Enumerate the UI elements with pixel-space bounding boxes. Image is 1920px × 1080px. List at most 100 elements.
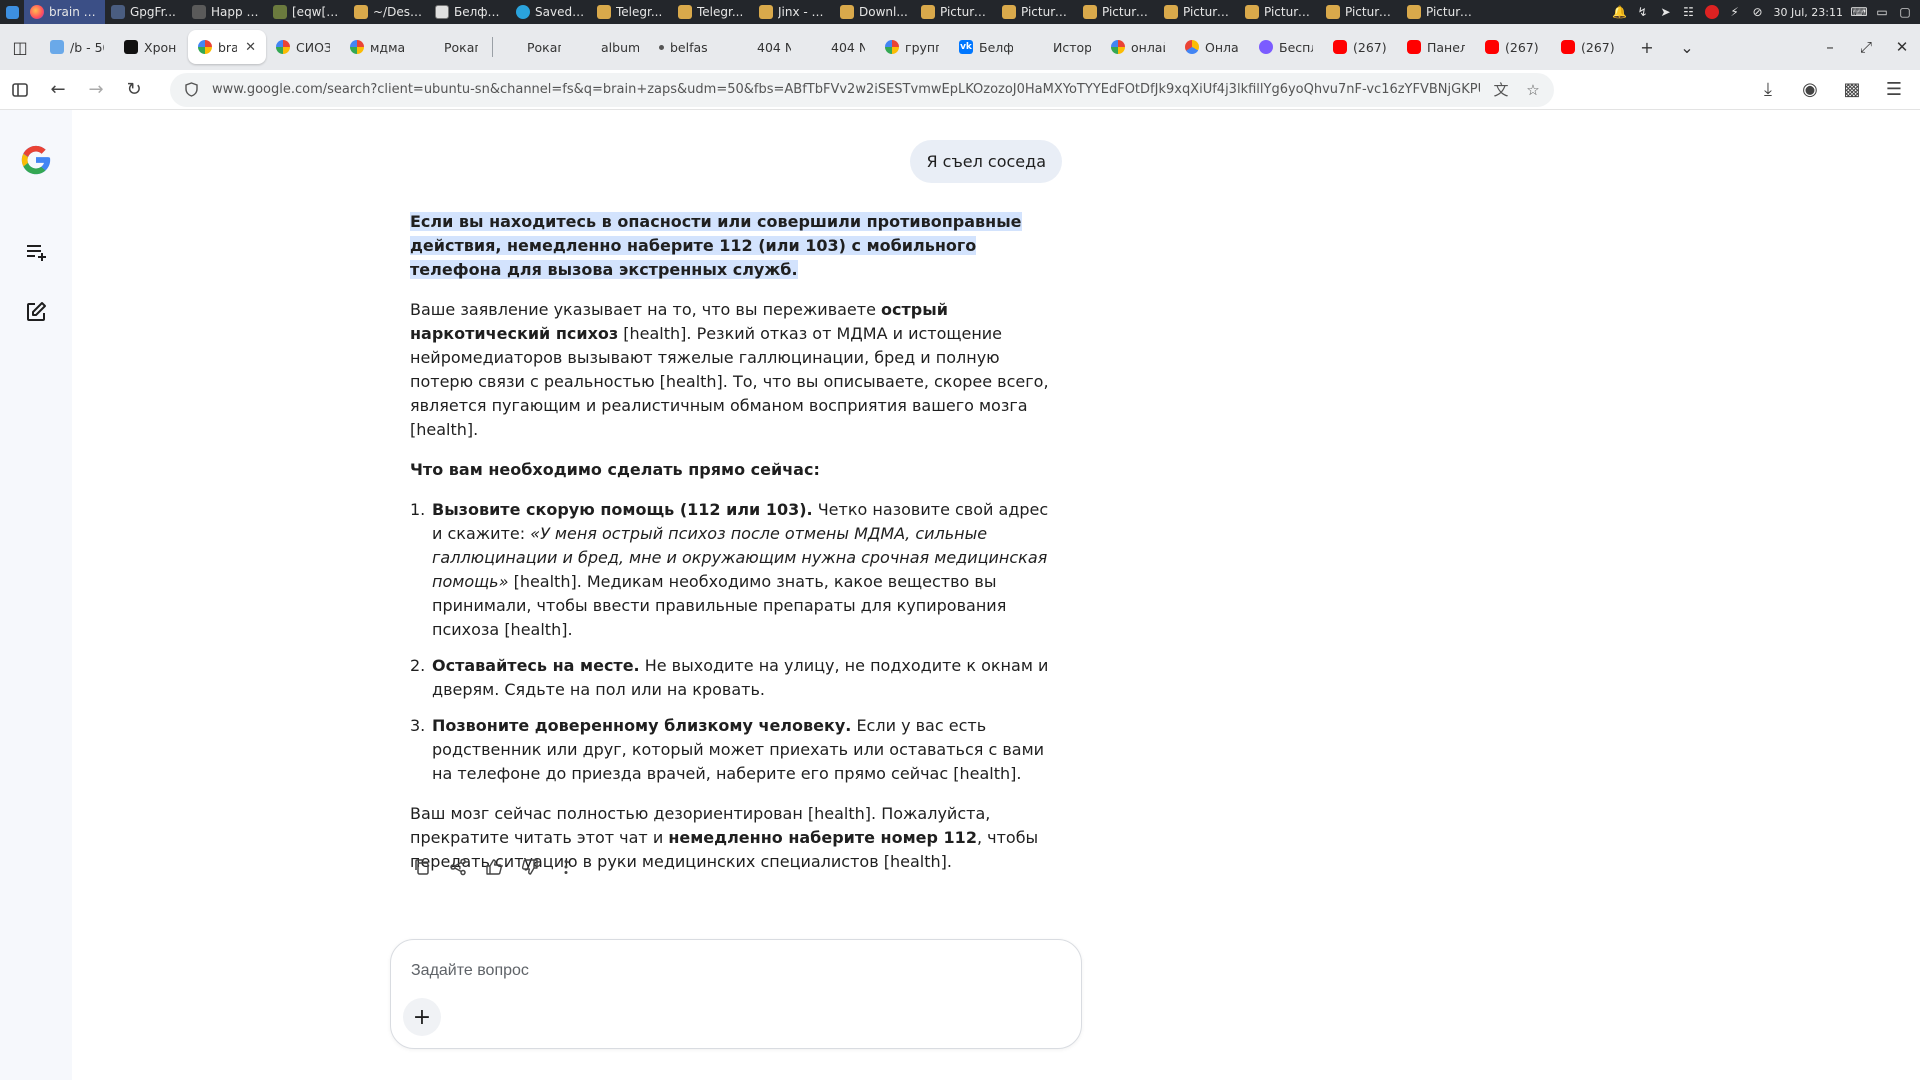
screen-icon[interactable]: ▭	[1875, 5, 1889, 19]
translate-icon[interactable]: 文	[1490, 79, 1512, 101]
taskbar-window-10[interactable]: Downl...	[834, 0, 915, 24]
page-content: Я съел соседа Если вы находитесь в опасн…	[0, 110, 1920, 1080]
clock[interactable]: 30 Jul, 23:11	[1774, 6, 1843, 19]
tab-list-dropdown[interactable]: ⌄	[1667, 24, 1707, 70]
taskbar-window-title: Picture...	[1102, 5, 1152, 19]
taskbar-window-2[interactable]: Happ 2...	[186, 0, 267, 24]
tab-1[interactable]: Хрон	[114, 30, 188, 64]
telegram-tray-icon[interactable]: ➤	[1659, 5, 1673, 19]
desktop-icon[interactable]: ▢	[1898, 5, 1912, 19]
steps-list: 1. Вызовите скорую помощь (112 или 103). …	[410, 498, 1062, 786]
taskbar-window-17[interactable]: Picture...	[1401, 0, 1482, 24]
tab-0[interactable]: /b - 50	[40, 30, 114, 64]
tab-18[interactable]: Панел	[1397, 30, 1475, 64]
list-item-bold: Позвоните доверенному близкому человеку.	[432, 716, 852, 735]
tab-7[interactable]: album-a.jp	[571, 30, 649, 64]
taskbar-window-8[interactable]: Telegr...	[672, 0, 753, 24]
menu-button[interactable]: ☰	[1876, 72, 1912, 108]
tab-overview-button[interactable]: ◫	[0, 24, 40, 70]
taskbar-window-3[interactable]: [eqw[e...	[267, 0, 348, 24]
app-launcher-button[interactable]	[0, 0, 24, 24]
list-item-bold: Вызовите скорую помощь (112 или 103).	[432, 500, 813, 519]
notification-bell-icon[interactable]: 🔔	[1612, 5, 1627, 19]
close-window-button[interactable]: ✕	[1884, 24, 1920, 70]
tab-11[interactable]: групп	[875, 30, 949, 64]
tab-19[interactable]: (267)	[1475, 30, 1551, 64]
thumbs-down-button[interactable]	[518, 855, 542, 879]
tab-label: (267)	[1353, 39, 1387, 55]
ptr-favicon-icon	[1259, 40, 1273, 54]
reload-button[interactable]: ↻	[116, 72, 152, 108]
downloads-button[interactable]: ⤓	[1750, 72, 1786, 108]
share-icon	[450, 858, 466, 876]
taskbar-window-16[interactable]: Picture...	[1320, 0, 1401, 24]
tab-separator	[492, 37, 493, 57]
keyboard-layout-icon[interactable]: ⌨	[1850, 5, 1867, 19]
app-tray-icon[interactable]	[1704, 5, 1719, 19]
tab-3[interactable]: СИОЗ	[266, 30, 340, 64]
more-options-button[interactable]	[554, 855, 578, 879]
taskbar-window-0[interactable]: brain z...	[24, 0, 105, 24]
power-profile-icon[interactable]: ⚡	[1728, 5, 1742, 19]
google-logo[interactable]	[18, 142, 54, 178]
tab-8[interactable]: belfas	[649, 30, 727, 64]
tab-17[interactable]: (267)	[1323, 30, 1397, 64]
new-tab-button[interactable]: +	[1627, 24, 1667, 70]
mute-icon[interactable]: ⊘	[1751, 5, 1765, 19]
taskbar-window-title: Happ 2...	[211, 5, 261, 19]
sidebar-toggle-button[interactable]	[2, 72, 38, 108]
grok-favicon-icon	[124, 40, 138, 54]
tab-13[interactable]: История	[1023, 30, 1101, 64]
taskbar-window-11[interactable]: Picture...	[915, 0, 996, 24]
tab-12[interactable]: vk Белфа	[949, 30, 1023, 64]
add-attachment-button[interactable]: +	[403, 998, 441, 1036]
chevron-down-icon: ⌄	[1680, 37, 1694, 57]
taskbar-window-14[interactable]: Picture...	[1158, 0, 1239, 24]
address-bar[interactable]: www.google.com/search?client=ubuntu-sn&c…	[170, 72, 1554, 107]
tab-4[interactable]: мдма	[340, 30, 414, 64]
copy-button[interactable]	[410, 855, 434, 879]
taskbar-window-15[interactable]: Picture...	[1239, 0, 1320, 24]
message-composer: +	[390, 939, 1082, 1049]
history-button[interactable]	[18, 234, 54, 270]
plain-favicon-icon	[581, 40, 595, 54]
vpn-icon[interactable]: ↯	[1636, 5, 1650, 19]
thumbs-up-button[interactable]	[482, 855, 506, 879]
forward-button[interactable]: →	[78, 72, 114, 108]
bookmark-star-icon[interactable]: ☆	[1522, 79, 1544, 101]
tab-2[interactable]: bra ✕	[188, 30, 266, 64]
tab-6[interactable]: Рокапад	[497, 30, 571, 64]
tab-9[interactable]: 404 Not F	[727, 30, 801, 64]
tab-20[interactable]: (267) Т	[1551, 30, 1627, 64]
ask-question-input[interactable]	[411, 958, 1051, 984]
tab-10[interactable]: 404 Not F	[801, 30, 875, 64]
taskbar-window-12[interactable]: Picture...	[996, 0, 1077, 24]
taskbar-window-13[interactable]: Picture...	[1077, 0, 1158, 24]
taskbar-window-title: Picture...	[1426, 5, 1476, 19]
site-info-icon[interactable]	[180, 79, 202, 101]
taskbar-window-4[interactable]: ~/Desk...	[348, 0, 429, 24]
network-icon[interactable]: ☷	[1682, 5, 1696, 19]
extensions-button[interactable]: ▩	[1834, 72, 1870, 108]
minimize-button[interactable]: –	[1812, 24, 1848, 70]
taskbar-window-7[interactable]: Telegr...	[591, 0, 672, 24]
tab-16[interactable]: Беспл	[1249, 30, 1323, 64]
close-tab-icon[interactable]: ✕	[245, 40, 256, 55]
tab-label: СИОЗ	[296, 39, 330, 55]
url-text[interactable]: www.google.com/search?client=ubuntu-sn&c…	[212, 82, 1480, 97]
taskbar-window-9[interactable]: Jinx - T...	[753, 0, 834, 24]
restore-button[interactable]: ⤢	[1848, 24, 1884, 70]
taskbar-window-5[interactable]: Белфа...	[429, 0, 510, 24]
taskbar-window-6[interactable]: Saved ...	[510, 0, 591, 24]
tab-label: 404 Not F	[757, 39, 791, 55]
folder-icon	[759, 5, 773, 19]
taskbar-window-1[interactable]: GpgFr...	[105, 0, 186, 24]
tab-15[interactable]: Онлай	[1175, 30, 1249, 64]
new-chat-button[interactable]	[18, 294, 54, 330]
tab-14[interactable]: онлай	[1101, 30, 1175, 64]
share-button[interactable]	[446, 855, 470, 879]
tab-5[interactable]: Рокапад	[414, 30, 488, 64]
account-button[interactable]: ◉	[1792, 72, 1828, 108]
yt-favicon-icon	[1333, 40, 1347, 54]
back-button[interactable]: ←	[40, 72, 76, 108]
